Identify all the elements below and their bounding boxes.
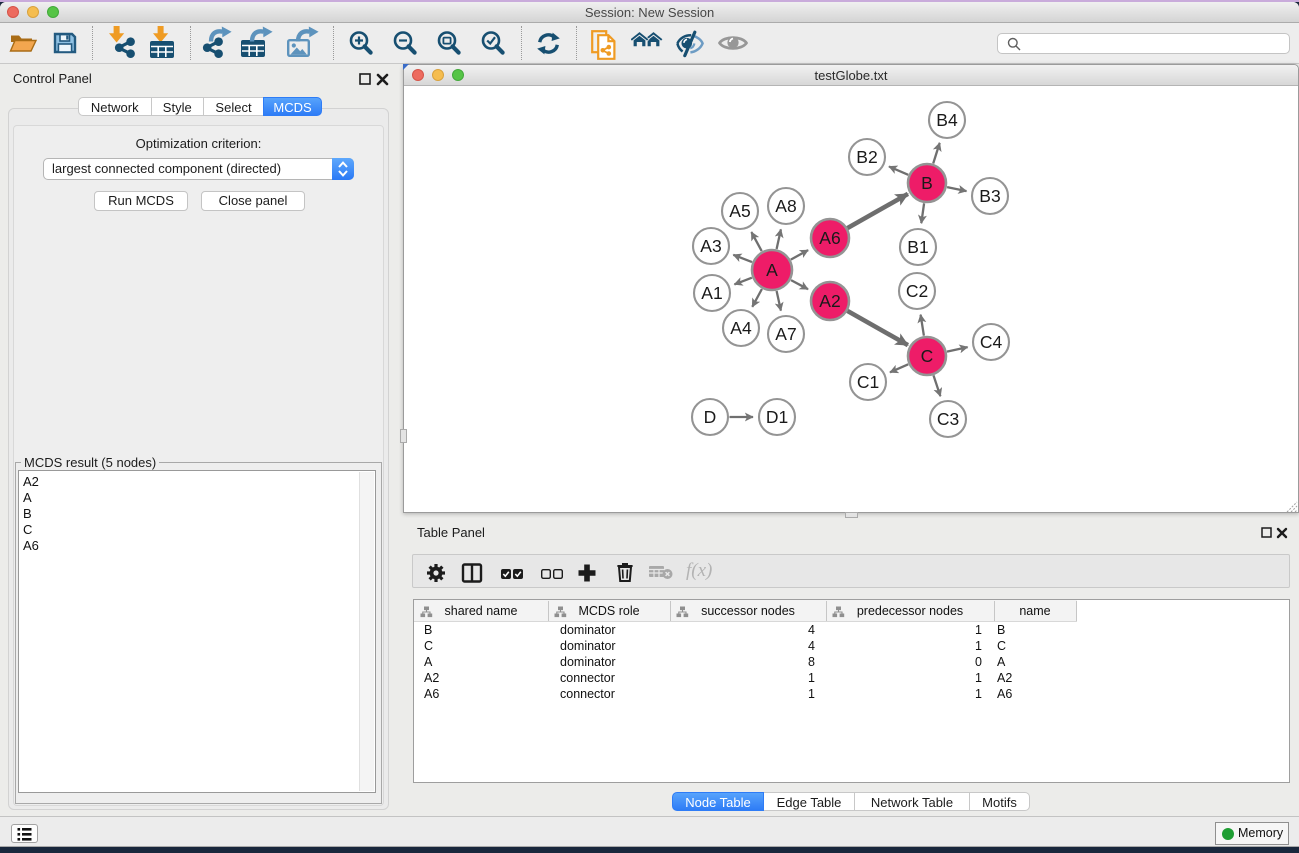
svg-text:A5: A5 <box>729 201 750 221</box>
svg-text:A2: A2 <box>819 291 840 311</box>
svg-text:A8: A8 <box>775 196 796 216</box>
svg-text:C: C <box>921 346 934 366</box>
svg-text:A3: A3 <box>700 236 721 256</box>
svg-text:C1: C1 <box>857 372 879 392</box>
svg-text:A1: A1 <box>701 283 722 303</box>
svg-text:D: D <box>704 407 717 427</box>
svg-text:A4: A4 <box>730 318 752 338</box>
svg-text:C2: C2 <box>906 281 928 301</box>
svg-text:C4: C4 <box>980 332 1003 352</box>
svg-text:B: B <box>921 173 933 193</box>
svg-text:D1: D1 <box>766 407 788 427</box>
svg-text:A7: A7 <box>775 324 796 344</box>
svg-text:A6: A6 <box>819 228 840 248</box>
svg-text:A: A <box>766 260 778 280</box>
svg-text:B1: B1 <box>907 237 928 257</box>
svg-text:C3: C3 <box>937 409 959 429</box>
svg-text:B4: B4 <box>936 110 958 130</box>
svg-text:B2: B2 <box>856 147 877 167</box>
svg-text:B3: B3 <box>979 186 1000 206</box>
